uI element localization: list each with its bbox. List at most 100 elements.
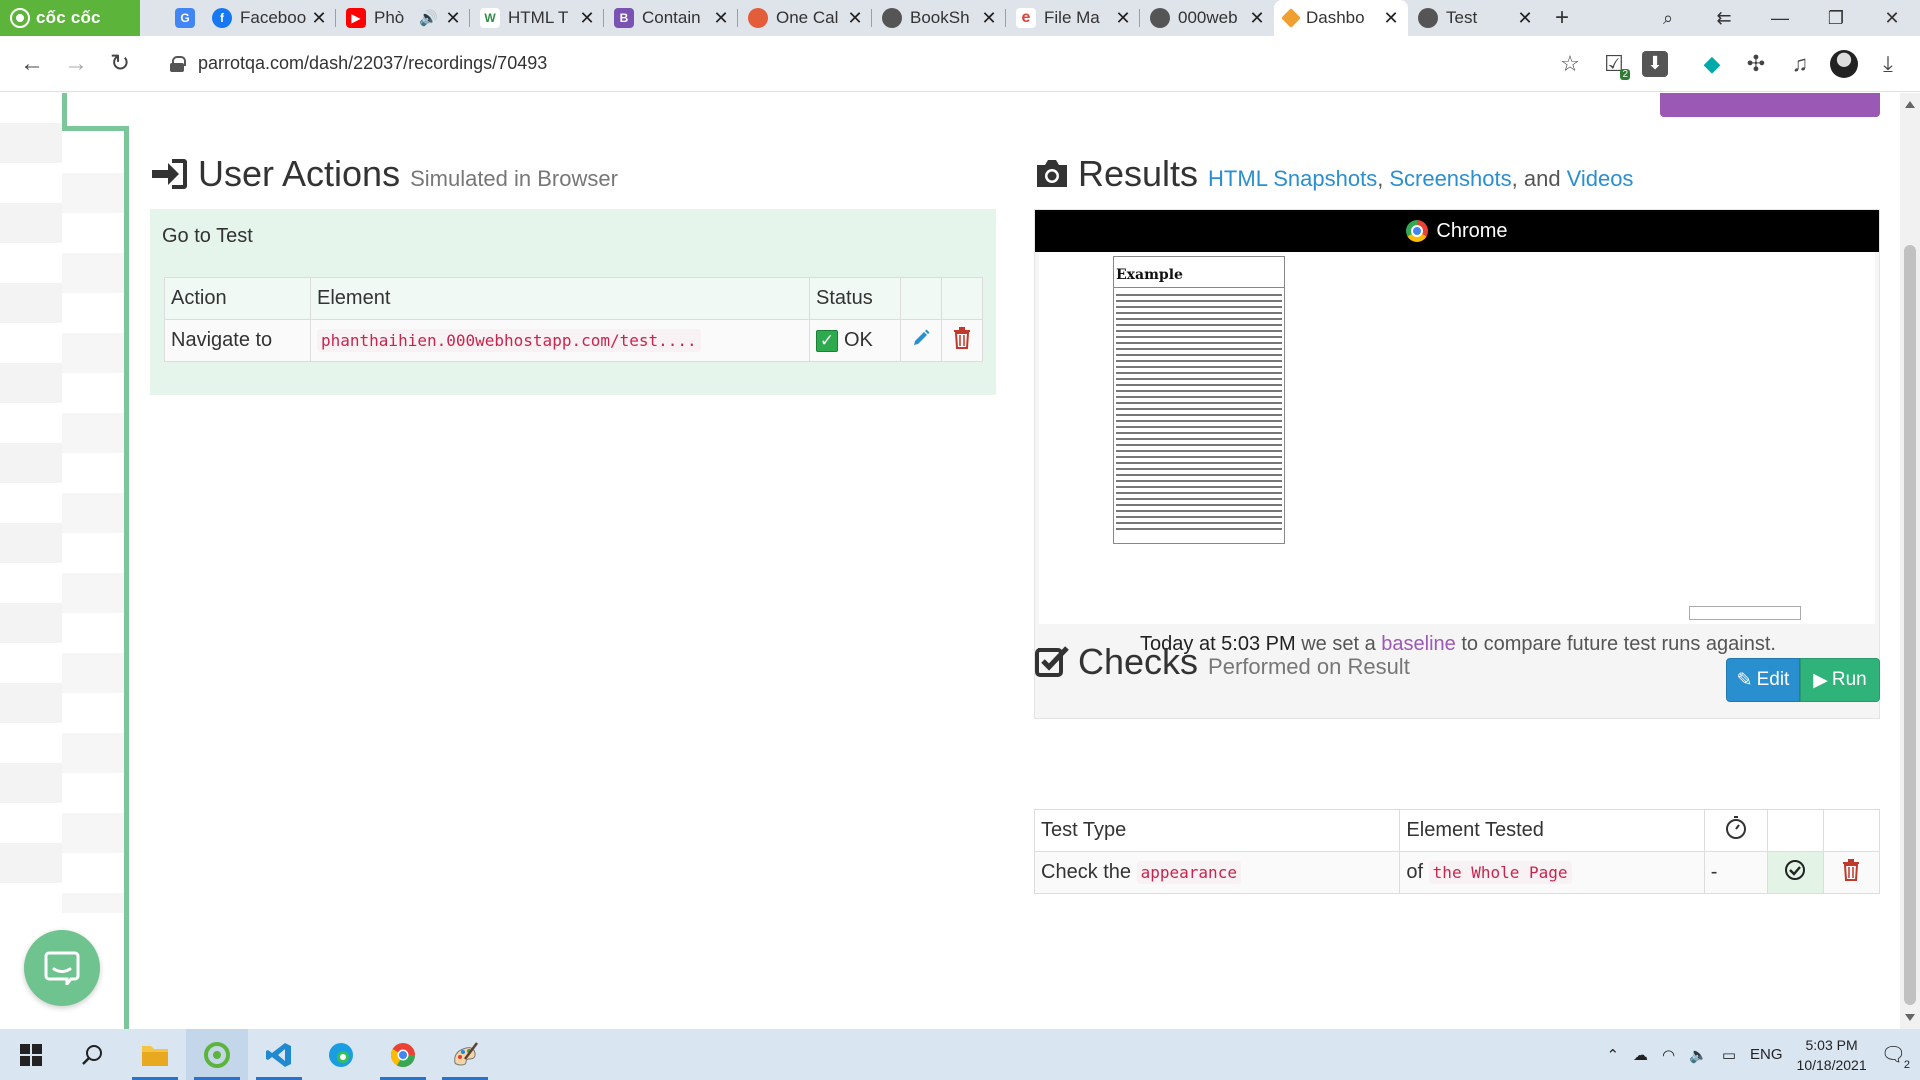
facebook-icon: f bbox=[212, 8, 232, 28]
tab-google-translate[interactable]: G bbox=[168, 0, 202, 36]
coccoc-brand[interactable]: cốc cốc bbox=[0, 0, 140, 36]
gutter-pattern bbox=[62, 133, 124, 913]
tab-title: Contain bbox=[642, 8, 701, 27]
tab-000webhost[interactable]: 000web ✕ bbox=[1140, 0, 1274, 36]
back-history-icon[interactable]: ⇇ bbox=[1696, 8, 1752, 29]
chrome-icon bbox=[1406, 220, 1429, 242]
edit-label: Edit bbox=[1756, 669, 1790, 690]
new-tab-button[interactable]: + bbox=[1542, 0, 1582, 36]
col-edit bbox=[900, 277, 942, 320]
maximize-icon[interactable]: ❐ bbox=[1808, 8, 1864, 29]
scroll-up-arrow-icon[interactable] bbox=[1905, 101, 1915, 108]
close-tab-icon[interactable]: ✕ bbox=[846, 8, 864, 29]
volume-icon[interactable]: 🔈 bbox=[1689, 1046, 1708, 1064]
extension-checklist-icon[interactable]: ☑ 2 bbox=[1598, 48, 1630, 80]
taskbar-vscode[interactable] bbox=[248, 1029, 310, 1080]
tab-filemanager[interactable]: e File Ma ✕ bbox=[1006, 0, 1140, 36]
tab-dashboard[interactable]: Dashbo ✕ bbox=[1274, 0, 1408, 36]
tab-youtube[interactable]: ▶ Phò 🔊 ✕ bbox=[336, 0, 470, 36]
bookmark-star-icon[interactable]: ☆ bbox=[1554, 48, 1586, 80]
back-arrow-icon[interactable]: ← bbox=[10, 50, 54, 78]
speaker-icon[interactable]: 🔊 bbox=[419, 9, 438, 27]
screenshot-thumbnail[interactable]: Example bbox=[1039, 252, 1875, 624]
close-tab-icon[interactable]: ✕ bbox=[578, 8, 596, 29]
lock-icon[interactable] bbox=[170, 55, 186, 72]
vpn-extension-icon[interactable]: ◆ bbox=[1696, 48, 1728, 80]
videos-link[interactable]: Videos bbox=[1567, 166, 1634, 192]
profile-avatar[interactable] bbox=[1828, 48, 1860, 80]
taskbar-paint[interactable] bbox=[434, 1029, 496, 1080]
savefrom-download-icon[interactable]: ⬇ bbox=[1642, 50, 1668, 77]
notification-center-icon[interactable]: 🗨 2 bbox=[1881, 1042, 1910, 1071]
input-language[interactable]: ENG bbox=[1750, 1046, 1783, 1063]
camera-icon bbox=[1037, 160, 1067, 187]
tray-overflow-chevron-icon[interactable]: ⌃ bbox=[1606, 1046, 1619, 1064]
chrome-icon bbox=[390, 1042, 415, 1067]
top-action-button[interactable] bbox=[1660, 93, 1880, 117]
tab-search-icon[interactable]: ⌕ bbox=[1640, 8, 1696, 29]
screenshots-link[interactable]: Screenshots bbox=[1389, 166, 1511, 192]
tab-bootstrap[interactable]: B Contain ✕ bbox=[604, 0, 738, 36]
delete-action-button[interactable] bbox=[941, 319, 983, 362]
element-url: phanthaihien.000webhostapp.com/test.... bbox=[317, 329, 701, 352]
taskbar-chrome[interactable] bbox=[372, 1029, 434, 1080]
close-tab-icon[interactable]: ✕ bbox=[1248, 8, 1266, 29]
tab-onecal[interactable]: One Cal ✕ bbox=[738, 0, 872, 36]
taskbar-coccoc[interactable] bbox=[186, 1029, 248, 1080]
left-gutter bbox=[0, 93, 126, 1029]
search-icon bbox=[82, 1044, 102, 1065]
youtube-icon: ▶ bbox=[346, 8, 366, 28]
run-label: Run bbox=[1831, 669, 1867, 690]
html-snapshots-link[interactable]: HTML Snapshots bbox=[1208, 166, 1377, 192]
tab-w3schools[interactable]: W HTML T ✕ bbox=[470, 0, 604, 36]
battery-icon[interactable]: ▭ bbox=[1722, 1046, 1736, 1064]
delete-check-button[interactable] bbox=[1822, 851, 1881, 894]
system-tray: ⌃ ☁ ◠ 🔈 ▭ ENG 5:03 PM 10/18/2021 🗨 2 bbox=[1606, 1035, 1920, 1075]
onecal-icon bbox=[748, 8, 768, 28]
scroll-down-arrow-icon[interactable] bbox=[1905, 1014, 1915, 1021]
scrollbar-thumb[interactable] bbox=[1904, 245, 1916, 1005]
start-button[interactable] bbox=[0, 1029, 62, 1080]
taskbar-clock[interactable]: 5:03 PM 10/18/2021 bbox=[1797, 1035, 1867, 1075]
media-playlist-icon[interactable]: ♫ bbox=[1784, 48, 1816, 80]
element-tested-cell: of the Whole Page bbox=[1399, 851, 1705, 894]
tab-title: BookSh bbox=[910, 8, 970, 27]
col-action: Action bbox=[164, 277, 311, 320]
close-tab-icon[interactable]: ✕ bbox=[1382, 8, 1400, 29]
col-element-tested: Element Tested bbox=[1399, 809, 1705, 852]
table-row: Check the appearance of the Whole Page - bbox=[1033, 851, 1881, 894]
taskbar-edge[interactable] bbox=[310, 1029, 372, 1080]
onedrive-cloud-icon[interactable]: ☁ bbox=[1633, 1046, 1648, 1064]
action-cell: Navigate to bbox=[164, 319, 311, 362]
chat-launcher-button[interactable] bbox=[24, 930, 100, 1006]
col-status: Status bbox=[809, 277, 901, 320]
timeline-line bbox=[124, 127, 129, 1029]
extensions-puzzle-icon[interactable]: ✣ bbox=[1740, 48, 1772, 80]
close-tab-icon[interactable]: ✕ bbox=[1114, 8, 1132, 29]
tab-test[interactable]: Test ✕ bbox=[1408, 0, 1542, 36]
edit-action-button[interactable] bbox=[900, 319, 942, 362]
run-checks-button[interactable]: ▶ Run bbox=[1800, 658, 1880, 702]
close-tab-icon[interactable]: ✕ bbox=[310, 8, 328, 29]
page-scrollbar[interactable] bbox=[1900, 93, 1920, 1029]
downloads-icon[interactable]: ⤓ bbox=[1872, 48, 1904, 80]
forward-arrow-icon[interactable]: → bbox=[54, 50, 98, 78]
reload-icon[interactable]: ↻ bbox=[98, 49, 142, 78]
vscode-icon bbox=[266, 1042, 291, 1067]
checks-subtitle: Performed on Result bbox=[1208, 654, 1410, 679]
close-tab-icon[interactable]: ✕ bbox=[980, 8, 998, 29]
tab-bookshop[interactable]: BookSh ✕ bbox=[872, 0, 1006, 36]
tab-facebook[interactable]: f Faceboo ✕ bbox=[202, 0, 336, 36]
address-bar[interactable]: parrotqa.com/dash/22037/recordings/70493 bbox=[156, 45, 1546, 83]
close-tab-icon[interactable]: ✕ bbox=[712, 8, 730, 29]
search-button[interactable] bbox=[62, 1029, 124, 1080]
close-tab-icon[interactable]: ✕ bbox=[444, 8, 462, 29]
tab-title: One Cal bbox=[776, 8, 839, 27]
minimize-icon[interactable]: — bbox=[1752, 8, 1808, 29]
taskbar-file-explorer[interactable] bbox=[124, 1029, 186, 1080]
edit-checks-button[interactable]: ✎ Edit bbox=[1726, 658, 1800, 702]
close-window-icon[interactable]: ✕ bbox=[1864, 8, 1920, 29]
close-tab-icon[interactable]: ✕ bbox=[1516, 8, 1534, 29]
wifi-icon[interactable]: ◠ bbox=[1662, 1046, 1675, 1064]
approve-check-button[interactable] bbox=[1766, 851, 1824, 894]
